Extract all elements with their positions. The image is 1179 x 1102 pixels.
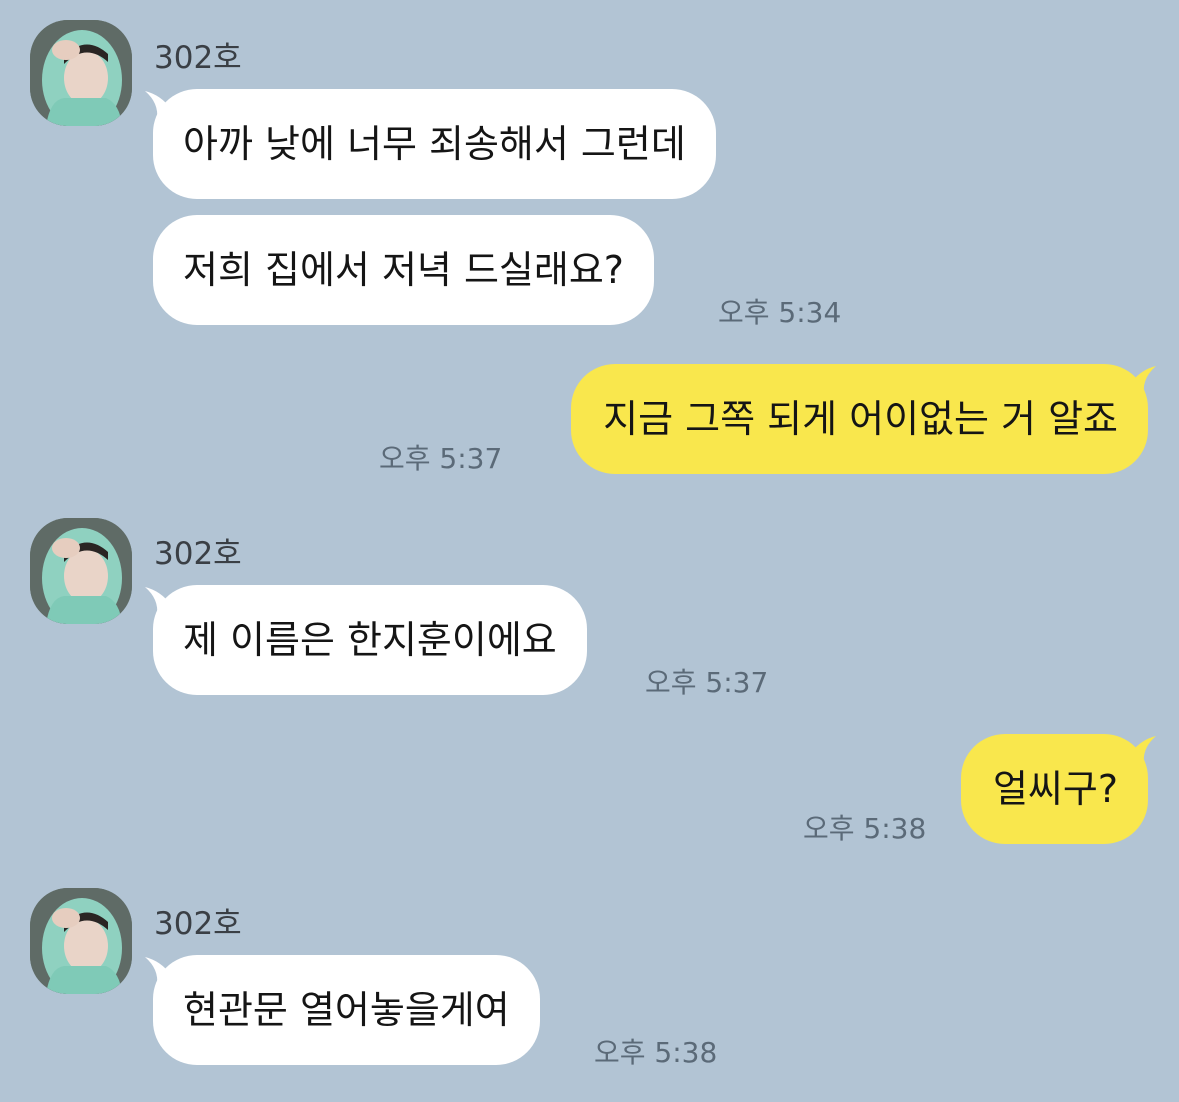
- profile-photo-icon: [30, 20, 132, 126]
- sender-name: 302호: [154, 536, 242, 572]
- message-timestamp: 오후 5:37: [645, 666, 769, 699]
- message-bubble-incoming[interactable]: 제 이름은 한지훈이에요: [153, 585, 587, 695]
- message-timestamp: 오후 5:37: [379, 442, 503, 475]
- sender-name: 302호: [154, 40, 242, 76]
- message-bubble-incoming[interactable]: 현관문 열어놓을게여: [153, 955, 540, 1065]
- message-bubble-incoming[interactable]: 저희 집에서 저녁 드실래요?: [153, 215, 654, 325]
- avatar[interactable]: [30, 518, 132, 624]
- message-bubble-incoming[interactable]: 아까 낮에 너무 죄송해서 그런데: [153, 89, 716, 199]
- sender-name: 302호: [154, 906, 242, 942]
- message-timestamp: 오후 5:38: [803, 812, 927, 845]
- message-bubble-outgoing[interactable]: 얼씨구?: [960, 734, 1148, 844]
- message-timestamp: 오후 5:34: [718, 296, 842, 329]
- profile-photo-icon: [30, 888, 132, 994]
- avatar[interactable]: [30, 20, 132, 126]
- avatar[interactable]: [30, 888, 132, 994]
- message-bubble-outgoing[interactable]: 지금 그쪽 되게 어이없는 거 알죠: [571, 364, 1148, 474]
- message-timestamp: 오후 5:38: [594, 1036, 718, 1069]
- profile-photo-icon: [30, 518, 132, 624]
